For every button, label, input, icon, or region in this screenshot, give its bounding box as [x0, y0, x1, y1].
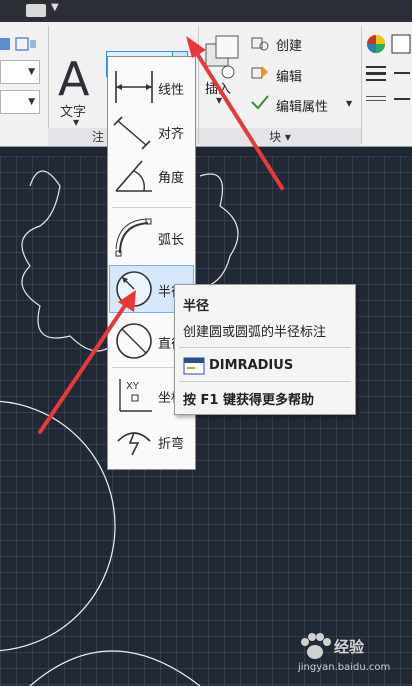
- insert-block-icon[interactable]: [202, 34, 242, 80]
- diameter-dimension-icon: [116, 323, 152, 359]
- insert-label[interactable]: 插入: [205, 78, 231, 97]
- aligned-dimension-icon: [113, 116, 151, 150]
- chevron-down-icon: ▼: [28, 97, 35, 107]
- properties-icon[interactable]: [0, 34, 40, 56]
- style-combo[interactable]: ▼: [0, 90, 40, 114]
- watermark-url: jingyan.baidu.com: [298, 662, 391, 673]
- create-label[interactable]: 创建: [276, 35, 302, 54]
- quick-access-dropdown-icon[interactable]: ▼: [51, 2, 59, 13]
- annotation-panel-title[interactable]: 注: [92, 128, 104, 146]
- block-panel-title[interactable]: 块 ▾: [269, 130, 291, 144]
- tooltip-divider: [179, 381, 351, 382]
- tooltip-command: DIMRADIUS: [209, 358, 294, 373]
- ribbon: ▼ ▼ A 文字 ▼ 线性 ▼ 注 插入 ▼ 创建 编辑 编辑属性 ▼: [0, 22, 412, 147]
- drawing-geometry: [0, 170, 239, 686]
- edit-label[interactable]: 编辑: [276, 66, 302, 85]
- create-block-icon[interactable]: [250, 34, 270, 52]
- title-bar: ▼: [0, 0, 412, 22]
- menu-item-label: 对齐: [158, 127, 185, 142]
- ordinate-dimension-icon: XY: [119, 379, 152, 412]
- menu-item-label: 弧长: [158, 233, 185, 248]
- command-icon: [183, 357, 205, 375]
- chevron-down-icon: ▼: [28, 67, 35, 77]
- arc-length-icon: [115, 218, 152, 257]
- angular-dimension-icon: [115, 160, 152, 192]
- divider: [48, 26, 49, 144]
- menu-item-label: 折弯: [158, 437, 185, 452]
- radius-dimension-icon: [116, 271, 152, 307]
- edit-attributes-icon[interactable]: [250, 94, 270, 112]
- watermark-brand: 经验: [334, 638, 365, 656]
- jogged-dimension-icon: [117, 432, 151, 456]
- menu-item-label: 角度: [158, 171, 185, 186]
- text-tool-icon[interactable]: A: [58, 52, 89, 106]
- quick-access-button[interactable]: [26, 4, 46, 17]
- tooltip-help: 按 F1 键获得更多帮助: [183, 393, 314, 408]
- tooltip-title: 半径: [183, 299, 210, 314]
- tooltip: 半径 创建圆或圆弧的半径标注 DIMRADIUS 按 F1 键获得更多帮助: [174, 284, 356, 415]
- layer-combo[interactable]: ▼: [0, 60, 40, 84]
- drawing-canvas[interactable]: [0, 156, 412, 686]
- paw-logo-icon: [301, 633, 331, 659]
- linear-dimension-icon: [115, 71, 153, 103]
- properties-panel-icons[interactable]: [364, 32, 412, 112]
- chevron-down-icon[interactable]: ▼: [73, 118, 79, 127]
- chevron-down-icon[interactable]: ▼: [346, 99, 352, 108]
- menu-item-label: 线性: [158, 83, 185, 98]
- svg-text:XY: XY: [126, 381, 140, 392]
- chevron-down-icon[interactable]: ▼: [216, 96, 222, 105]
- tooltip-description: 创建圆或圆弧的半径标注: [183, 325, 327, 340]
- menu-divider: [112, 207, 192, 208]
- divider: [361, 26, 362, 144]
- tooltip-divider: [179, 347, 351, 348]
- edit-block-icon[interactable]: [250, 64, 270, 82]
- edit-attributes-label[interactable]: 编辑属性: [276, 96, 328, 115]
- watermark: 经验 jingyan.baidu.com: [290, 632, 390, 680]
- divider: [198, 26, 199, 144]
